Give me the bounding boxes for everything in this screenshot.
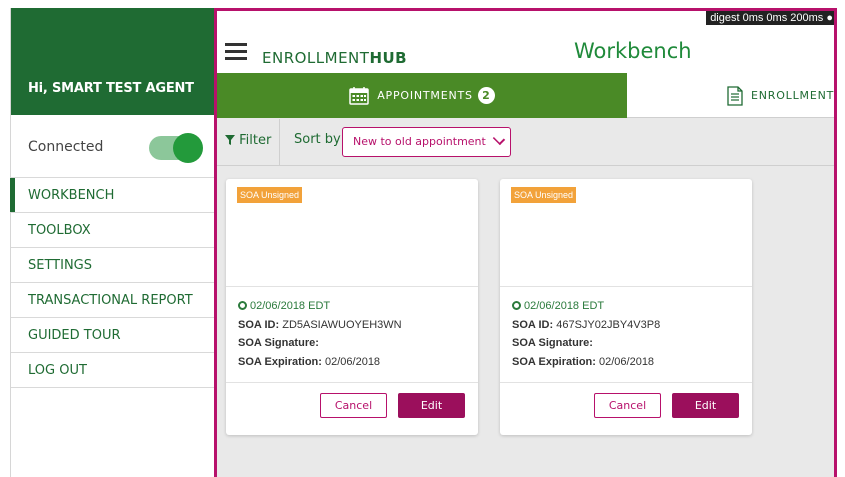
sidebar-header: Hi, SMART TEST AGENT	[11, 8, 214, 115]
date-text: 02/06/2018 EDT	[524, 300, 605, 312]
soa-signature-row: SOA Signature:	[238, 334, 466, 353]
top-bar: ENROLLMENTHUB Workbench digest 0ms 0ms 2…	[217, 11, 834, 73]
soa-signature-row: SOA Signature:	[512, 334, 740, 353]
connection-status: Connected	[11, 115, 214, 178]
appointment-date: 02/06/2018 EDT	[238, 297, 466, 316]
appointment-card: SOA Unsigned 02/06/2018 EDT SOA ID: 467S…	[500, 179, 752, 435]
sidebar-item-log-out[interactable]: LOG OUT	[11, 353, 214, 388]
status-badge: SOA Unsigned	[511, 187, 577, 203]
status-badge: SOA Unsigned	[237, 187, 303, 203]
sidebar-item-settings[interactable]: SETTINGS	[11, 248, 214, 283]
soa-id-label: SOA ID:	[512, 318, 554, 331]
card-actions: Cancel Edit	[500, 383, 752, 433]
sort-dropdown[interactable]: New to old appointment	[342, 127, 511, 157]
page-title: Workbench	[574, 39, 692, 63]
soa-expiration-value: 02/06/2018	[599, 355, 655, 368]
sidebar: Hi, SMART TEST AGENT Connected WORKBENCH…	[10, 8, 214, 477]
soa-id-row: SOA ID: ZD5ASIAWUOYEH3WN	[238, 316, 466, 335]
soa-id-label: SOA ID:	[238, 318, 280, 331]
brand-light-text: ENROLLMENT	[262, 49, 370, 67]
soa-expiration-label: SOA Expiration:	[238, 355, 322, 368]
soa-expiration-row: SOA Expiration: 02/06/2018	[512, 353, 740, 372]
clock-icon	[238, 301, 247, 310]
date-text: 02/06/2018 EDT	[250, 300, 331, 312]
chevron-down-icon	[492, 132, 506, 146]
soa-signature-label: SOA Signature:	[238, 337, 319, 349]
cancel-button[interactable]: Cancel	[594, 393, 661, 418]
funnel-icon	[225, 135, 235, 145]
soa-expiration-row: SOA Expiration: 02/06/2018	[238, 353, 466, 372]
filter-bar: Filter Sort by New to old appointment	[217, 119, 834, 166]
tab-appointments-label: APPOINTMENTS	[377, 89, 473, 102]
toggle-knob	[173, 133, 203, 163]
sidebar-item-guided-tour[interactable]: GUIDED TOUR	[11, 318, 214, 353]
tab-enrollment[interactable]: ENROLLMENT A	[727, 73, 835, 118]
brand-bold-text: HUB	[369, 49, 408, 67]
divider	[279, 119, 280, 166]
sidebar-item-toolbox[interactable]: TOOLBOX	[11, 213, 214, 248]
soa-expiration-label: SOA Expiration:	[512, 355, 596, 368]
card-actions: Cancel Edit	[226, 383, 478, 433]
appointment-card: SOA Unsigned 02/06/2018 EDT SOA ID: ZD5A…	[226, 179, 478, 435]
soa-signature-label: SOA Signature:	[512, 337, 593, 349]
sidebar-item-workbench[interactable]: WORKBENCH	[10, 178, 214, 213]
tab-appointments[interactable]: APPOINTMENTS 2	[217, 73, 627, 118]
tab-bar: APPOINTMENTS 2 ENROLLMENT A	[217, 73, 835, 118]
calendar-icon	[349, 87, 369, 105]
main-panel: ENROLLMENTHUB Workbench digest 0ms 0ms 2…	[214, 8, 837, 477]
brand-logo: ENROLLMENTHUB	[262, 49, 407, 67]
edit-button[interactable]: Edit	[398, 393, 465, 418]
cancel-button[interactable]: Cancel	[320, 393, 387, 418]
filter-label: Filter	[239, 133, 272, 148]
connected-label: Connected	[28, 139, 104, 155]
tab-enrollment-label: ENROLLMENT A	[751, 89, 835, 102]
soa-id-value: ZD5ASIAWUOYEH3WN	[282, 318, 402, 331]
user-greeting: Hi, SMART TEST AGENT	[28, 81, 194, 96]
clock-icon	[512, 301, 521, 310]
sort-label: Sort by	[294, 132, 341, 147]
edit-button[interactable]: Edit	[672, 393, 739, 418]
document-icon	[727, 85, 743, 106]
card-details: 02/06/2018 EDT SOA ID: ZD5ASIAWUOYEH3WN …	[226, 287, 478, 383]
connected-toggle[interactable]	[149, 133, 203, 163]
filter-button[interactable]: Filter	[225, 133, 271, 148]
soa-id-row: SOA ID: 467SJY02JBY4V3P8	[512, 316, 740, 335]
card-header: SOA Unsigned	[226, 179, 478, 287]
hamburger-menu-icon[interactable]	[225, 43, 247, 60]
appointment-date: 02/06/2018 EDT	[512, 297, 740, 316]
app-root: Hi, SMART TEST AGENT Connected WORKBENCH…	[0, 0, 845, 477]
card-details: 02/06/2018 EDT SOA ID: 467SJY02JBY4V3P8 …	[500, 287, 752, 383]
sidebar-item-transactional-report[interactable]: TRANSACTIONAL REPORT	[11, 283, 214, 318]
appointments-count-badge: 2	[477, 87, 495, 104]
card-header: SOA Unsigned	[500, 179, 752, 287]
sort-value: New to old appointment	[353, 135, 486, 148]
digest-overlay: digest 0ms 0ms 200ms ●	[706, 11, 834, 25]
soa-id-value: 467SJY02JBY4V3P8	[556, 318, 661, 331]
soa-expiration-value: 02/06/2018	[325, 355, 381, 368]
